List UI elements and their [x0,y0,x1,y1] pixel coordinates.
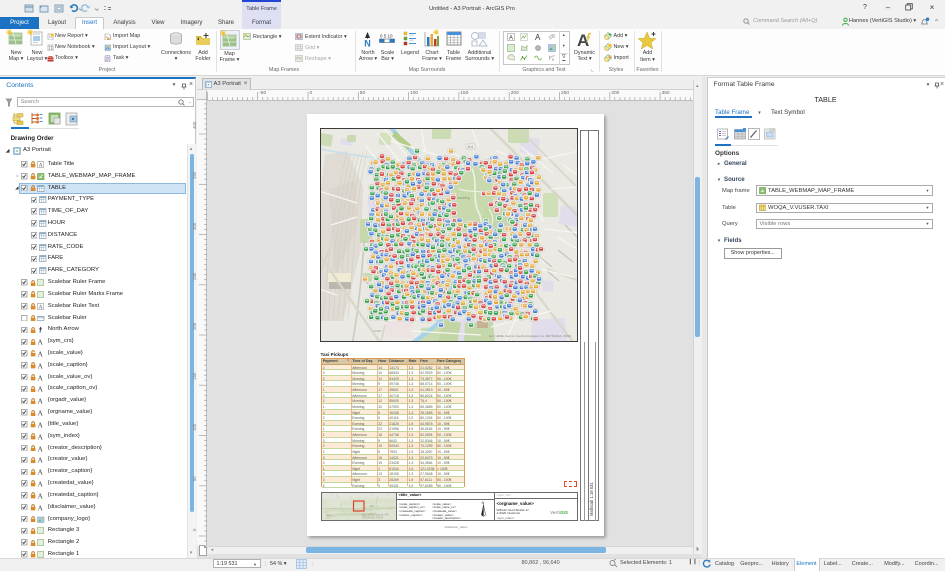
svg-text:A: A [38,468,44,476]
svg-text:A: A [39,162,43,168]
svg-text:N: N [39,330,41,334]
svg-text:I200: I200 [326,513,332,517]
svg-text:N: N [364,38,371,48]
svg-text:A: A [509,35,513,41]
svg-text:A: A [39,304,43,310]
svg-text:A: A [535,33,541,41]
svg-text:METI/NASA, USGS: METI/NASA, USGS [362,516,383,519]
svg-text:A: A [38,385,44,393]
svg-text:A: A [38,504,44,512]
svg-text:∟: ∟ [552,33,556,38]
svg-text:A: A [38,397,44,405]
svg-text:A: A [38,409,44,417]
svg-text:N: N [481,501,484,505]
svg-text:A: A [38,480,44,488]
svg-text:A: A [38,362,44,370]
svg-text:A: A [577,31,589,48]
svg-text:A: A [38,433,44,441]
svg-text:A: A [38,445,44,453]
svg-text:A: A [38,374,44,382]
svg-text:A: A [38,456,44,464]
svg-text:o: o [552,58,554,62]
svg-text:t: t [549,55,550,59]
svg-text:A: A [38,492,44,500]
svg-text:A: A [38,421,44,429]
svg-text:A: A [38,338,44,346]
svg-text:Esri, HERE, Garmin, GeoTechnol: Esri, HERE, Garmin, GeoTechnologies, Inc… [489,334,571,338]
svg-text:A: A [38,350,44,358]
svg-text:804: 804 [468,145,474,149]
svg-text:0 5 10: 0 5 10 [380,34,393,39]
svg-text:Inn: Inn [370,504,374,508]
